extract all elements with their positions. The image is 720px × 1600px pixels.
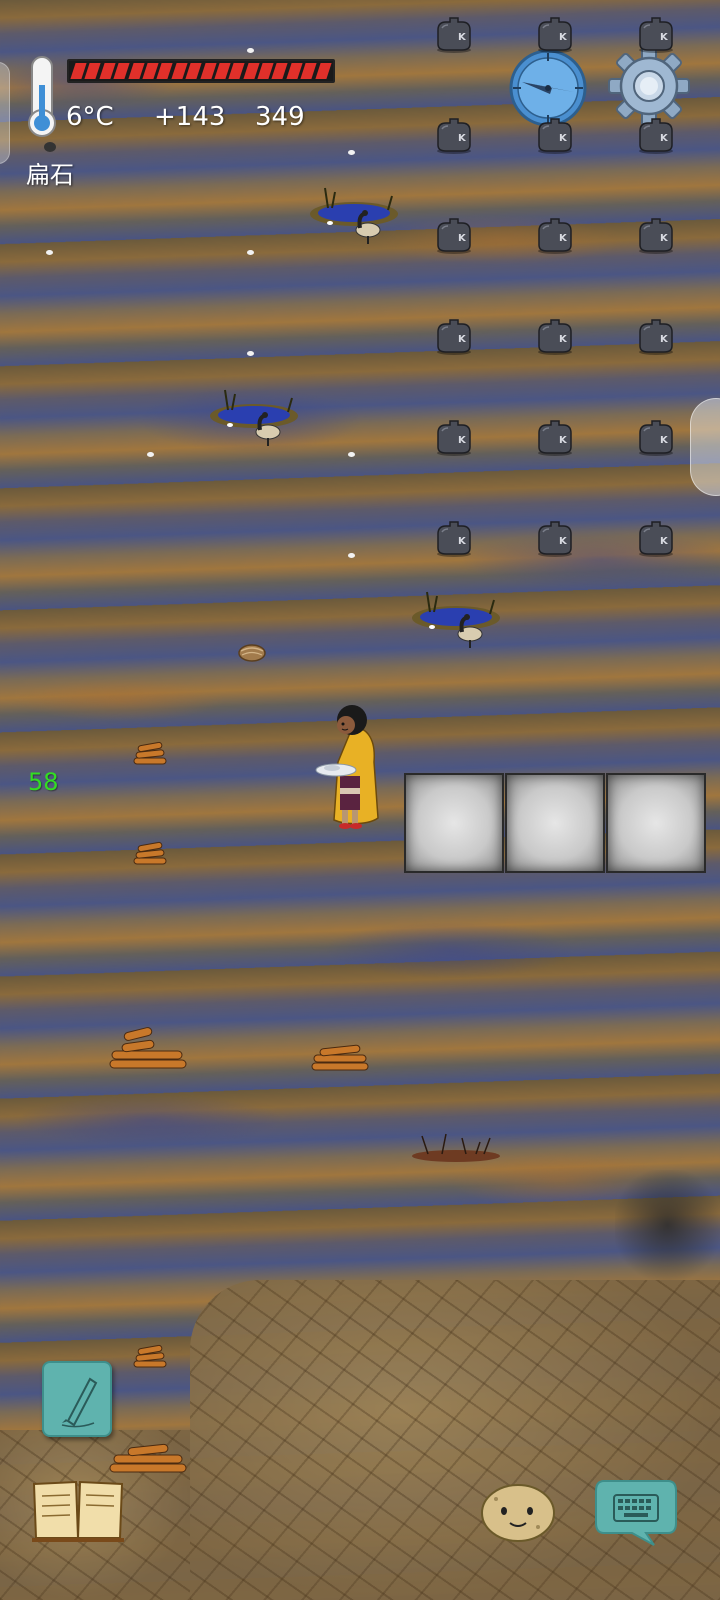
k-marker-stone-icon[interactable]: K xyxy=(434,117,474,155)
ground-dot xyxy=(348,452,355,457)
k-marker-label: K xyxy=(458,435,467,446)
kindling[interactable] xyxy=(132,740,168,770)
k-marker-label: K xyxy=(660,334,669,345)
k-marker-stone-icon[interactable]: K xyxy=(535,318,575,356)
keyboard-icon[interactable] xyxy=(594,1477,678,1547)
ground-dot xyxy=(348,150,355,155)
k-marker-stone-icon[interactable]: K xyxy=(434,520,474,558)
book-icon[interactable] xyxy=(30,1478,126,1542)
k-marker-label: K xyxy=(559,334,568,345)
ground-dot xyxy=(46,250,53,255)
stone-floor-tile[interactable] xyxy=(505,773,605,873)
goose-pond[interactable] xyxy=(308,186,404,246)
firewood-pile[interactable] xyxy=(108,1440,188,1476)
k-marker-label: K xyxy=(458,233,467,244)
yum-bonus-readout: +143 xyxy=(154,102,226,132)
health-segment xyxy=(113,63,131,79)
k-marker-label: K xyxy=(559,435,568,446)
k-marker-stone-icon[interactable]: K xyxy=(636,419,676,457)
firewood-pile[interactable] xyxy=(310,1043,370,1073)
k-marker-label: K xyxy=(458,334,467,345)
k-marker-stone-icon[interactable]: K xyxy=(535,520,575,558)
k-marker-stone-icon[interactable]: K xyxy=(636,117,676,155)
note-button[interactable] xyxy=(42,1361,112,1437)
stone-floor-tile[interactable] xyxy=(606,773,706,873)
health-segment xyxy=(185,63,203,79)
ground-dot xyxy=(348,553,355,558)
k-marker-label: K xyxy=(660,133,669,144)
held-item-label: 扁石 xyxy=(26,161,74,189)
temperature-readout: 6°C xyxy=(66,102,114,132)
health-segment xyxy=(315,63,332,79)
k-marker-stone-icon[interactable]: K xyxy=(636,16,676,54)
ground-dot xyxy=(247,250,254,255)
fps-counter: 58 xyxy=(28,768,59,796)
ground-dot xyxy=(247,351,254,356)
goose-pond[interactable] xyxy=(208,388,304,448)
kindling[interactable] xyxy=(132,840,168,870)
pencil-icon xyxy=(61,1377,98,1428)
dry-branches[interactable] xyxy=(408,1130,504,1166)
k-marker-label: K xyxy=(559,233,568,244)
k-marker-label: K xyxy=(660,233,669,244)
k-marker-stone-icon[interactable]: K xyxy=(434,217,474,255)
k-marker-label: K xyxy=(660,536,669,547)
compass-icon[interactable] xyxy=(508,48,588,128)
k-marker-stone-icon[interactable]: K xyxy=(636,217,676,255)
k-marker-stone-icon[interactable]: K xyxy=(535,16,575,54)
goose-pond[interactable] xyxy=(410,590,506,650)
ground-dot xyxy=(147,452,154,457)
k-marker-label: K xyxy=(458,536,467,547)
held-stone-icon xyxy=(44,142,56,152)
k-marker-label: K xyxy=(559,536,568,547)
k-marker-stone-icon[interactable]: K xyxy=(636,318,676,356)
k-marker-label: K xyxy=(458,133,467,144)
right-drawer-tab[interactable] xyxy=(690,398,720,496)
k-marker-label: K xyxy=(660,435,669,446)
health-segment xyxy=(228,63,246,79)
k-marker-stone-icon[interactable]: K xyxy=(434,16,474,54)
basket[interactable] xyxy=(237,641,267,663)
health-bar xyxy=(67,59,335,83)
left-drawer-tab[interactable] xyxy=(0,62,10,164)
k-marker-stone-icon[interactable]: K xyxy=(434,318,474,356)
gear-icon[interactable] xyxy=(607,44,691,128)
k-marker-stone-icon[interactable]: K xyxy=(434,419,474,457)
health-segment xyxy=(300,63,318,79)
k-marker-stone-icon[interactable]: K xyxy=(535,117,575,155)
food-count-readout: 349 xyxy=(255,102,305,132)
cracked-ground xyxy=(0,1280,720,1600)
potato-face-icon[interactable] xyxy=(480,1481,556,1543)
health-segment xyxy=(156,63,174,79)
k-marker-label: K xyxy=(458,32,467,43)
k-marker-stone-icon[interactable]: K xyxy=(636,520,676,558)
dark-ground-patch xyxy=(615,1170,720,1280)
thermometer-icon xyxy=(28,56,56,137)
ground-dot xyxy=(247,48,254,53)
firewood-pile[interactable] xyxy=(108,1020,188,1072)
stone-floor-tile[interactable] xyxy=(404,773,504,873)
k-marker-label: K xyxy=(559,32,568,43)
player-character[interactable] xyxy=(310,698,390,838)
k-marker-label: K xyxy=(660,32,669,43)
kindling[interactable] xyxy=(132,1343,168,1373)
k-marker-label: K xyxy=(559,133,568,144)
k-marker-stone-icon[interactable]: K xyxy=(535,217,575,255)
k-marker-stone-icon[interactable]: K xyxy=(535,419,575,457)
